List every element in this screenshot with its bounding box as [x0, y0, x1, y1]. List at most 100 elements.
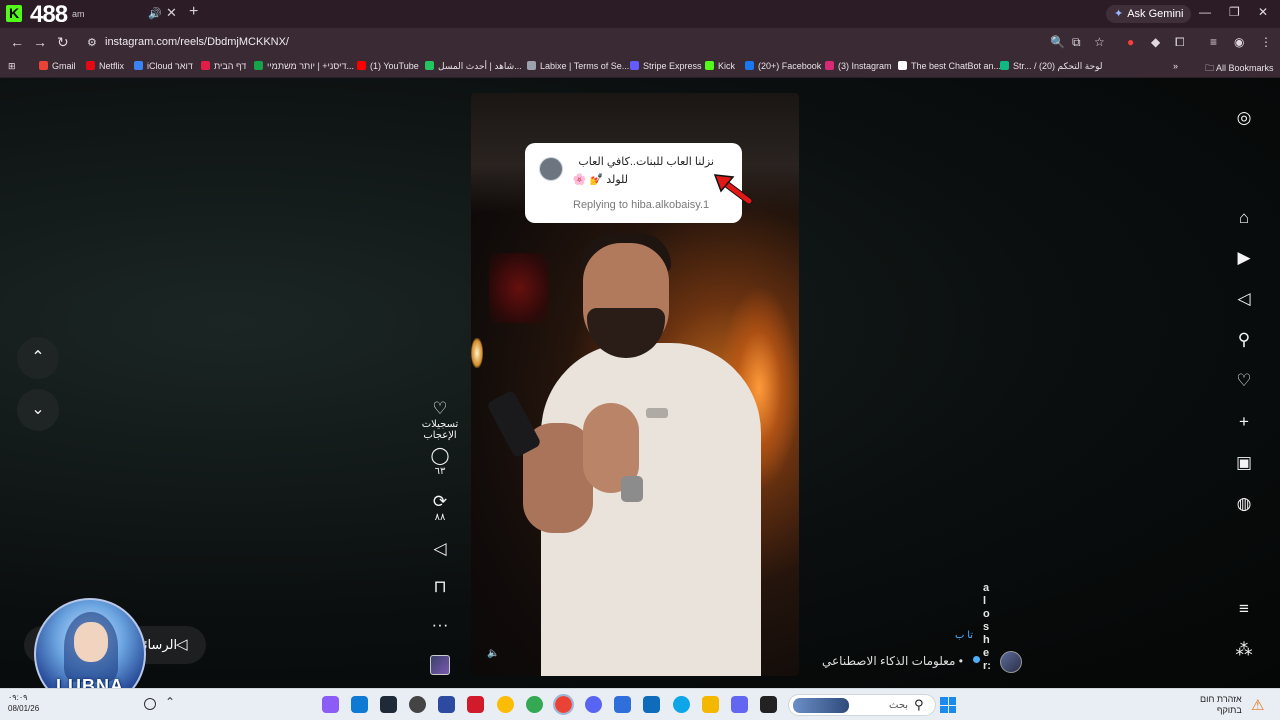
bookmark-netflix[interactable]: Netflix	[86, 61, 124, 71]
extensions-puzzle-icon[interactable]: ⧠	[1175, 35, 1185, 50]
nav-messages-icon[interactable]: ◁	[1232, 287, 1256, 311]
reload-button[interactable]: ↻	[57, 34, 69, 51]
terminal-icon[interactable]	[380, 696, 397, 713]
repost-button[interactable]: ⟳ ٨٨	[406, 493, 474, 524]
nav-search-icon[interactable]: ⚲	[1232, 328, 1256, 352]
ask-gemini-button[interactable]: ✦ Ask Gemini	[1106, 5, 1192, 23]
reel-video[interactable]: نزلنا العاب للبنات..كافي العاب للولد 💅 🌸…	[471, 93, 799, 676]
new-tab-button[interactable]: +	[189, 3, 198, 21]
nav-home-icon[interactable]: ⌂	[1232, 206, 1256, 230]
tab-title[interactable]: am	[72, 9, 85, 19]
bookmark-label: Netflix	[99, 61, 125, 71]
chrome-icon[interactable]	[497, 696, 514, 713]
maximize-button[interactable]: ❐	[1229, 5, 1240, 19]
nav-reels-icon[interactable]: ▶	[1232, 246, 1256, 270]
nav-dashboard-icon[interactable]: ▣	[1232, 451, 1256, 475]
bookmark-star-icon[interactable]: ☆	[1094, 35, 1105, 49]
store-icon[interactable]	[643, 696, 660, 713]
replying-to-label: Replying to hiba.alkobaisy.1	[573, 199, 710, 211]
extension-diamond-icon[interactable]: ◆	[1151, 35, 1160, 49]
edge-icon[interactable]	[673, 696, 690, 713]
bookmark-label: شاهد | أحدث المسل...	[438, 61, 522, 71]
close-window-button[interactable]: ✕	[1258, 5, 1268, 19]
like-button[interactable]: ♡ تسجيلات الإعجاب	[406, 400, 474, 442]
tray-overflow-icon[interactable]: ⌃	[165, 695, 175, 709]
menu-kebab-icon[interactable]: ⋮	[1260, 35, 1272, 49]
save-button[interactable]: ⊓	[406, 578, 474, 596]
bookmark-chatbot[interactable]: The best ChatBot an...	[898, 61, 1001, 71]
bookmark-home[interactable]: דף הבית	[201, 61, 246, 71]
tab-close-icon[interactable]: ✕	[166, 5, 177, 21]
windows-start-icon[interactable]	[940, 697, 956, 713]
zoom-icon[interactable]: 🔍	[1050, 35, 1065, 49]
taskbar-app-red-icon[interactable]	[467, 696, 484, 713]
minimize-button[interactable]: —	[1199, 5, 1211, 19]
bookmark-label: (20+) Facebook	[758, 61, 822, 71]
reply-comment-sticker: نزلنا العاب للبنات..كافي العاب للولد 💅 🌸…	[525, 143, 753, 223]
disney-icon	[254, 61, 263, 70]
bookmark-icloud[interactable]: iCloud דואר	[134, 61, 193, 71]
profile-avatar[interactable]: ◉	[1234, 35, 1244, 49]
forward-button[interactable]: →	[33, 34, 47, 50]
back-button[interactable]: ←	[10, 34, 24, 50]
bookmark-dashboard[interactable]: Str... / لوحة التحكم (20)	[1000, 61, 1103, 72]
address-bar[interactable]: instagram.com/reels/DbdmjMCKKNX/	[105, 36, 289, 48]
bookmark-kick[interactable]: Kick	[705, 61, 735, 71]
nav-menu-icon[interactable]: ≡	[1232, 597, 1256, 621]
taskbar-app-dark-icon[interactable]	[760, 696, 777, 713]
audio-thumbnail[interactable]	[430, 655, 450, 675]
send-icon: ◁	[176, 636, 188, 653]
author-caption[interactable]: معلومات الذكاء الاصطناعي •	[822, 654, 963, 668]
install-app-icon[interactable]: ⧉	[1072, 35, 1081, 50]
all-bookmarks-button[interactable]: 🗀 All Bookmarks	[1205, 61, 1274, 77]
media-control-icon[interactable]: ≡	[1210, 35, 1217, 49]
nav-create-icon[interactable]: +	[1232, 410, 1256, 434]
mute-toggle-icon[interactable]: 🔈	[487, 648, 499, 659]
previous-reel-button[interactable]: ⌃	[17, 337, 59, 379]
bookmark-labixe[interactable]: Labixe | Terms of Se...	[527, 61, 629, 71]
share-button[interactable]: ◁	[406, 540, 474, 558]
tab-audio-icon[interactable]: 🔊	[148, 7, 162, 20]
weather-line1: אזהרת חום	[1200, 694, 1242, 704]
folder-icon: 🗀	[1205, 63, 1217, 73]
facebook-icon	[745, 61, 754, 70]
instagram-logo-icon[interactable]: ◎	[1232, 106, 1256, 130]
taskbar-search[interactable]: بحث ⚲	[788, 694, 936, 716]
bookmark-stripe[interactable]: Stripe Express	[630, 61, 702, 71]
nav-more-apps-icon[interactable]: ⁂	[1232, 638, 1256, 662]
author-avatar[interactable]	[1000, 651, 1022, 673]
bookmark-gmail[interactable]: Gmail	[39, 61, 76, 71]
gemini-icon: ✦	[1114, 8, 1124, 20]
bookmark-youtube[interactable]: (1) YouTube	[357, 61, 419, 71]
bookmark-shahid[interactable]: شاهد | أحدث المسل...	[425, 61, 522, 72]
chevron-up-icon: ⌃	[31, 349, 45, 366]
discord-icon[interactable]	[585, 696, 602, 713]
comment-button[interactable]: ◯ ٦٣	[406, 447, 474, 478]
site-info-icon[interactable]: ⚙	[87, 36, 97, 49]
taskbar-app-purple-icon[interactable]	[322, 696, 339, 713]
bookmarks-overflow-icon[interactable]: »	[1173, 61, 1178, 71]
video-lamp	[471, 338, 483, 368]
taskbar-app-blue-icon[interactable]	[438, 696, 455, 713]
bookmark-disney[interactable]: דיסני+ | יותר משתמיי...	[254, 61, 354, 71]
file-explorer-icon[interactable]	[702, 696, 719, 713]
more-options-button[interactable]: ···	[406, 616, 474, 634]
chrome-active-icon[interactable]	[553, 694, 574, 715]
nav-notifications-icon[interactable]: ♡	[1232, 369, 1256, 393]
next-reel-button[interactable]: ⌄	[17, 389, 59, 431]
vscode-icon[interactable]	[351, 696, 368, 713]
system-clock[interactable]: ٠٩:٠٩ 08/01/26	[8, 692, 39, 714]
chrome-profile-icon[interactable]	[526, 696, 543, 713]
bookmark-facebook[interactable]: (20+) Facebook	[745, 61, 821, 71]
bookmark-instagram[interactable]: (3) Instagram	[825, 61, 892, 71]
weather-widget[interactable]: אזהרת חום בתוקף	[1200, 694, 1242, 716]
taskbar-app-settings-icon[interactable]	[614, 696, 631, 713]
extension-record-icon[interactable]: ●	[1127, 35, 1134, 49]
network-icon[interactable]	[144, 698, 156, 710]
nav-profile-avatar[interactable]: ◍	[1232, 492, 1256, 516]
author-username-vertical[interactable]: alosher:	[983, 582, 991, 673]
apps-grid-icon[interactable]: ⊞	[8, 61, 16, 72]
taskbar-app-gallery-icon[interactable]	[731, 696, 748, 713]
taskbar-app-round-icon[interactable]	[409, 696, 426, 713]
tab-strip: K 488 am 🔊 ✕ + ✦ Ask Gemini — ❐ ✕	[0, 0, 1280, 28]
